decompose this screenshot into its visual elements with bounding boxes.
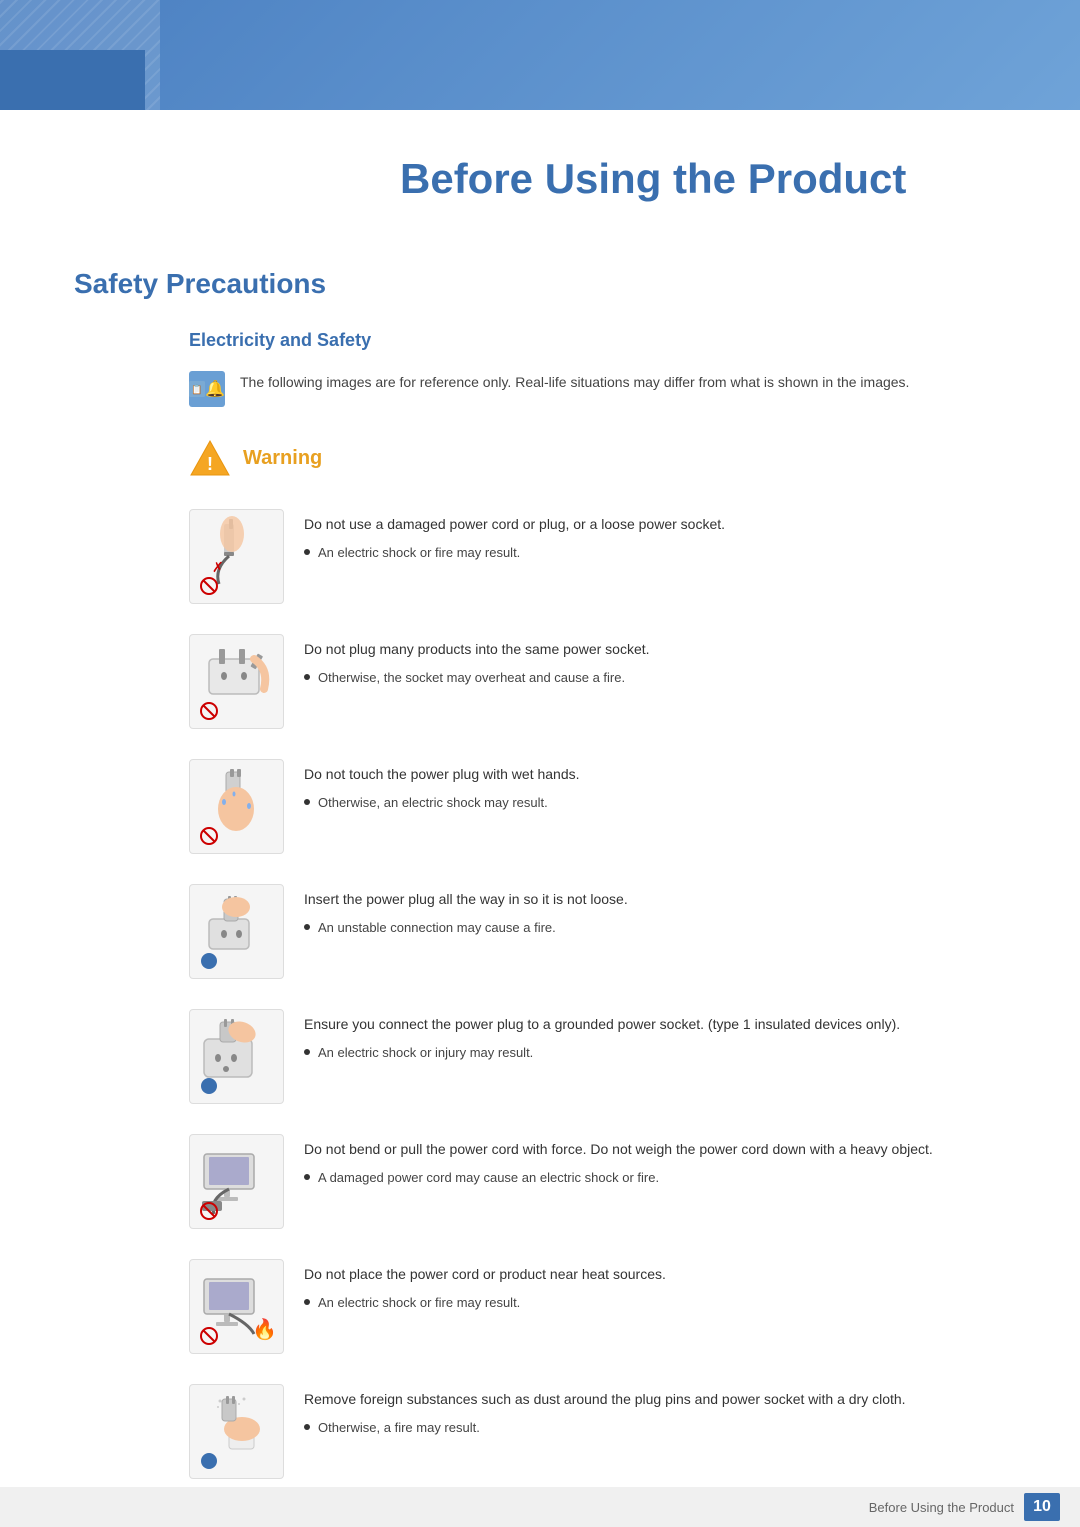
safety-image-6 bbox=[189, 1134, 284, 1229]
list-item: Ensure you connect the power plug to a g… bbox=[189, 1009, 1006, 1104]
svg-text:🔥: 🔥 bbox=[252, 1317, 277, 1341]
list-item: Insert the power plug all the way in so … bbox=[189, 884, 1006, 979]
safety-image-5 bbox=[189, 1009, 284, 1104]
bullet-dot bbox=[304, 549, 310, 555]
safety-text-7: Do not place the power cord or product n… bbox=[304, 1259, 1006, 1313]
safety-main-text-3: Do not touch the power plug with wet han… bbox=[304, 764, 1006, 785]
warning-label: Warning bbox=[243, 447, 322, 470]
safety-text-6: Do not bend or pull the power cord with … bbox=[304, 1134, 1006, 1188]
warning-triangle-icon: ! bbox=[189, 437, 231, 479]
bullet-text-1: An electric shock or fire may result. bbox=[318, 543, 520, 563]
bullet-text-8: Otherwise, a fire may result. bbox=[318, 1418, 480, 1438]
bullet-dot bbox=[304, 1049, 310, 1055]
subsection-title: Electricity and Safety bbox=[189, 330, 1006, 351]
note-icon: 📋 bbox=[189, 371, 225, 407]
footer-page-number: 10 bbox=[1024, 1493, 1060, 1521]
footer: Before Using the Product 10 bbox=[0, 1487, 1080, 1527]
safety-bullet-8: Otherwise, a fire may result. bbox=[304, 1418, 1006, 1438]
bullet-text-6: A damaged power cord may cause an electr… bbox=[318, 1168, 659, 1188]
safety-main-text-7: Do not place the power cord or product n… bbox=[304, 1264, 1006, 1285]
safety-main-text-1: Do not use a damaged power cord or plug,… bbox=[304, 514, 1006, 535]
note-box: 📋 The following images are for reference… bbox=[189, 371, 1006, 407]
bullet-dot bbox=[304, 799, 310, 805]
warning-header: ! Warning bbox=[189, 437, 1006, 479]
safety-text-8: Remove foreign substances such as dust a… bbox=[304, 1384, 1006, 1438]
safety-bullet-2: Otherwise, the socket may overheat and c… bbox=[304, 668, 1006, 688]
safety-items-list: ✗ Do not use a damaged power cord or plu… bbox=[189, 509, 1006, 1479]
safety-main-text-2: Do not plug many products into the same … bbox=[304, 639, 1006, 660]
section-title: Safety Precautions bbox=[74, 268, 1006, 300]
header-blue-bar bbox=[0, 0, 1080, 110]
bullet-dot bbox=[304, 1174, 310, 1180]
bullet-dot bbox=[304, 1424, 310, 1430]
bullet-text-3: Otherwise, an electric shock may result. bbox=[318, 793, 548, 813]
safety-main-text-6: Do not bend or pull the power cord with … bbox=[304, 1139, 1006, 1160]
main-content: Safety Precautions Electricity and Safet… bbox=[0, 268, 1080, 1479]
bullet-text-5: An electric shock or injury may result. bbox=[318, 1043, 533, 1063]
bullet-dot bbox=[304, 674, 310, 680]
note-text: The following images are for reference o… bbox=[240, 371, 909, 393]
safety-bullet-3: Otherwise, an electric shock may result. bbox=[304, 793, 1006, 813]
bullet-dot bbox=[304, 1299, 310, 1305]
list-item: Do not plug many products into the same … bbox=[189, 634, 1006, 729]
safety-text-5: Ensure you connect the power plug to a g… bbox=[304, 1009, 1006, 1063]
bullet-text-7: An electric shock or fire may result. bbox=[318, 1293, 520, 1313]
list-item: Do not bend or pull the power cord with … bbox=[189, 1134, 1006, 1229]
safety-image-3 bbox=[189, 759, 284, 854]
blue-accent-block bbox=[0, 50, 145, 110]
safety-main-text-4: Insert the power plug all the way in so … bbox=[304, 889, 1006, 910]
title-row: Before Using the Product bbox=[0, 110, 1080, 228]
safety-image-8 bbox=[189, 1384, 284, 1479]
list-item: Do not touch the power plug with wet han… bbox=[189, 759, 1006, 854]
safety-image-7: 🔥 bbox=[189, 1259, 284, 1354]
safety-bullet-1: An electric shock or fire may result. bbox=[304, 543, 1006, 563]
safety-bullet-5: An electric shock or injury may result. bbox=[304, 1043, 1006, 1063]
safety-text-4: Insert the power plug all the way in so … bbox=[304, 884, 1006, 938]
bullet-text-2: Otherwise, the socket may overheat and c… bbox=[318, 668, 625, 688]
list-item: Remove foreign substances such as dust a… bbox=[189, 1384, 1006, 1479]
safety-text-1: Do not use a damaged power cord or plug,… bbox=[304, 509, 1006, 563]
page-title: Before Using the Product bbox=[200, 130, 1080, 218]
safety-image-4 bbox=[189, 884, 284, 979]
safety-main-text-8: Remove foreign substances such as dust a… bbox=[304, 1389, 1006, 1410]
safety-text-3: Do not touch the power plug with wet han… bbox=[304, 759, 1006, 813]
safety-bullet-7: An electric shock or fire may result. bbox=[304, 1293, 1006, 1313]
footer-text: Before Using the Product bbox=[869, 1500, 1014, 1515]
svg-text:📋: 📋 bbox=[191, 383, 202, 395]
list-item: ✗ Do not use a damaged power cord or plu… bbox=[189, 509, 1006, 604]
safety-image-2 bbox=[189, 634, 284, 729]
list-item: 🔥 Do not place the power cord or product… bbox=[189, 1259, 1006, 1354]
safety-main-text-5: Ensure you connect the power plug to a g… bbox=[304, 1014, 1006, 1035]
bullet-dot bbox=[304, 924, 310, 930]
bullet-text-4: An unstable connection may cause a fire. bbox=[318, 918, 556, 938]
safety-bullet-6: A damaged power cord may cause an electr… bbox=[304, 1168, 1006, 1188]
safety-image-1: ✗ bbox=[189, 509, 284, 604]
safety-text-2: Do not plug many products into the same … bbox=[304, 634, 1006, 688]
header: Before Using the Product bbox=[0, 0, 1080, 228]
svg-text:✗: ✗ bbox=[212, 559, 224, 575]
safety-bullet-4: An unstable connection may cause a fire. bbox=[304, 918, 1006, 938]
svg-text:!: ! bbox=[207, 454, 213, 474]
